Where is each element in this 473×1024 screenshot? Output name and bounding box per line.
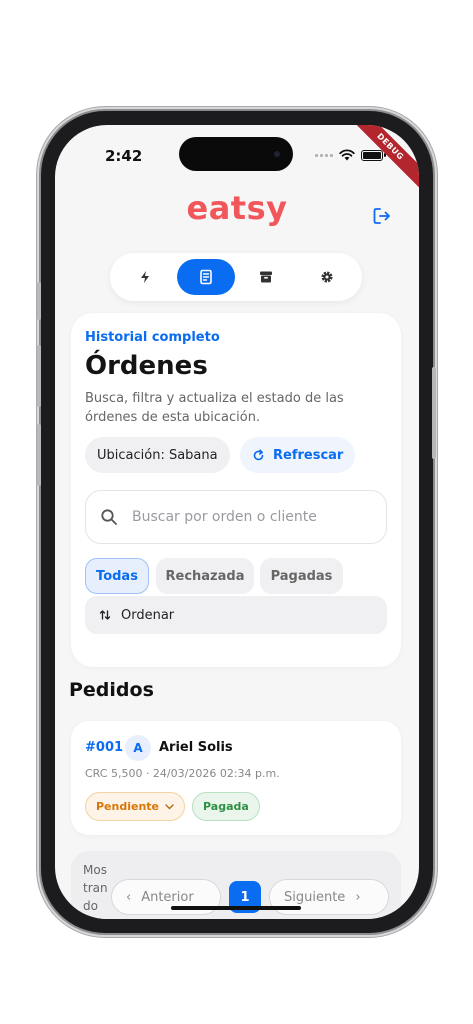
location-chip-label: Ubicación: Sabana bbox=[97, 447, 218, 463]
filter-all-label: Todas bbox=[96, 568, 138, 584]
filter-rejected-label: Rechazada bbox=[165, 568, 245, 584]
app-screen: 2:42 DEBUG eatsy Historial completo Órde… bbox=[55, 125, 419, 919]
order-meta: CRC 5,500 · 24/03/2026 02:34 p.m. bbox=[85, 767, 280, 780]
side-button bbox=[37, 424, 41, 486]
orders-panel: Historial completo Órdenes Busca, filtra… bbox=[71, 313, 401, 667]
chevron-left-icon: ‹ bbox=[126, 889, 132, 905]
status-icons bbox=[315, 149, 386, 161]
filter-rejected[interactable]: Rechazada bbox=[156, 558, 254, 594]
sort-label: Ordenar bbox=[121, 607, 175, 623]
status-time: 2:42 bbox=[105, 147, 143, 165]
side-button bbox=[432, 367, 436, 459]
page-title: Órdenes bbox=[85, 351, 208, 381]
signal-icon bbox=[315, 153, 333, 157]
app-logo: eatsy bbox=[186, 189, 288, 227]
sort-button[interactable]: Ordenar bbox=[85, 596, 387, 634]
tab-orders[interactable] bbox=[176, 259, 235, 295]
customer-name: Ariel Solis bbox=[159, 740, 233, 755]
bolt-icon bbox=[141, 271, 149, 283]
payment-badge: Pagada bbox=[192, 792, 260, 821]
status-label: Pendiente bbox=[96, 800, 160, 813]
order-id[interactable]: #001 bbox=[85, 740, 123, 755]
panel-eyebrow: Historial completo bbox=[85, 330, 220, 345]
side-button bbox=[37, 345, 41, 407]
refresh-icon bbox=[253, 448, 264, 460]
section-title: Pedidos bbox=[69, 679, 154, 701]
search-icon bbox=[101, 509, 117, 525]
panel-description: Busca, filtra y actualiza el estado de l… bbox=[85, 391, 344, 425]
showing-line: Mos bbox=[83, 863, 107, 877]
gear-icon bbox=[321, 271, 333, 283]
receipt-icon bbox=[199, 269, 212, 285]
filter-paid-label: Pagadas bbox=[270, 568, 333, 584]
side-button bbox=[37, 282, 41, 320]
tab-live[interactable] bbox=[116, 259, 174, 295]
tab-settings[interactable] bbox=[298, 259, 356, 295]
refresh-label: Refrescar bbox=[273, 447, 344, 463]
filter-all[interactable]: Todas bbox=[85, 558, 149, 594]
next-label: Siguiente bbox=[284, 889, 346, 905]
wifi-icon bbox=[339, 149, 355, 161]
home-indicator bbox=[171, 906, 301, 910]
prev-label: Anterior bbox=[141, 889, 194, 905]
status-dropdown[interactable]: Pendiente bbox=[85, 792, 186, 821]
chevron-right-icon: › bbox=[355, 889, 361, 905]
location-chip[interactable]: Ubicación: Sabana bbox=[85, 437, 230, 473]
battery-icon bbox=[361, 149, 386, 161]
dynamic-island bbox=[179, 137, 293, 171]
search-input[interactable]: Buscar por orden o cliente bbox=[85, 490, 387, 544]
search-placeholder: Buscar por orden o cliente bbox=[132, 509, 317, 525]
filter-paid[interactable]: Pagadas bbox=[260, 558, 343, 594]
sort-icon bbox=[99, 610, 111, 620]
archive-icon bbox=[260, 271, 273, 283]
tab-bar bbox=[110, 253, 362, 301]
payment-label: Pagada bbox=[203, 800, 249, 813]
chevron-down-icon bbox=[165, 803, 174, 809]
order-card[interactable]: #001 A Ariel Solis CRC 5,500 · 24/03/202… bbox=[71, 721, 401, 835]
tab-archive[interactable] bbox=[237, 259, 295, 295]
refresh-button[interactable]: Refrescar bbox=[240, 437, 356, 473]
avatar: A bbox=[125, 735, 151, 761]
logout-icon[interactable] bbox=[371, 205, 393, 227]
